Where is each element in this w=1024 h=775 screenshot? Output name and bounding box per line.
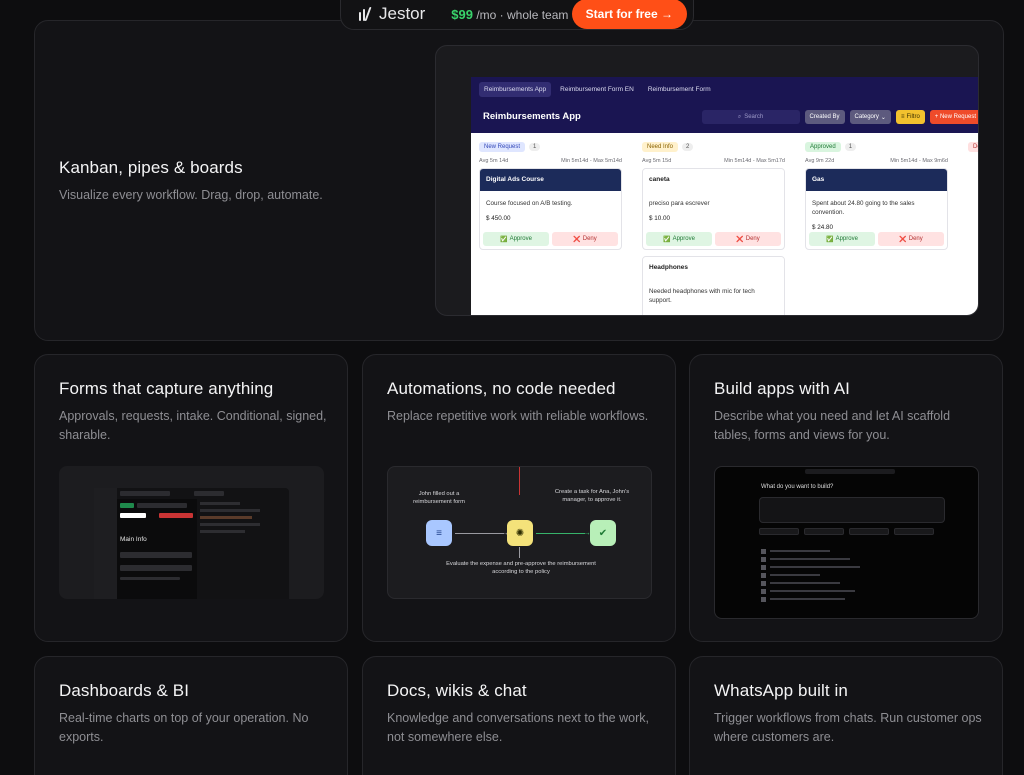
column-average: Avg 5m 15d: [642, 158, 672, 164]
feature-card-forms: Forms that capture anything Approvals, r…: [34, 354, 348, 642]
column-count: 2: [682, 143, 694, 151]
feature-description: Describe what you need and let AI scaffo…: [714, 409, 951, 442]
column-range: Min 5m14d - Max 5m14d: [561, 158, 622, 164]
feature-title: Forms that capture anything: [59, 379, 274, 398]
app-title: Reimbursements App: [483, 111, 581, 122]
kanban-screenshot: Reimbursements App Reimbursement Form EN…: [435, 45, 979, 316]
feature-description: Trigger workflows from chats. Run custom…: [714, 711, 982, 744]
kanban-column: Need Info 2 Avg 5m 15d Min 5m14d - Max 5m…: [642, 141, 785, 315]
form-section-title: Main Info: [120, 536, 147, 543]
x-icon: ❌: [899, 236, 907, 243]
price-suffix: /mo · whole team: [476, 7, 569, 22]
new-request-button[interactable]: + New Request: [929, 110, 978, 124]
filter-button[interactable]: ≡ Filtro: [895, 110, 925, 124]
card-body: preciso para escrever: [649, 200, 710, 207]
feature-description: Knowledge and conversations next to the …: [387, 711, 649, 744]
card-title: caneta: [643, 169, 784, 191]
flow-step-trigger: John filled out a reimbursement form: [413, 491, 465, 505]
feature-title: Dashboards & BI: [59, 681, 190, 700]
feature-description: Approvals, requests, intake. Conditional…: [59, 409, 327, 442]
column-label: Need Info: [642, 142, 679, 152]
deny-button[interactable]: ❌ Deny: [552, 232, 618, 246]
column-range: Min 5m14d - Max 9m6d: [890, 158, 948, 164]
column-range: Min 5m14d - Max 5m17d: [724, 158, 785, 164]
card-title: Gas: [806, 169, 947, 191]
column-count: 1: [529, 143, 541, 151]
approve-button[interactable]: ✅ Approve: [646, 232, 712, 246]
flow-step-action: Create a task for Ana, John's manager, t…: [554, 489, 630, 503]
check-icon: ✅: [663, 236, 671, 243]
card-body: Course focused on A/B testing.: [486, 200, 573, 207]
feature-title: Kanban, pipes & boards: [59, 158, 243, 177]
kanban-card[interactable]: Digital Ads Course Course focused on A/B…: [479, 168, 622, 250]
forms-screenshot: Main Info: [59, 466, 324, 599]
jestor-logo[interactable]: Jestor: [359, 4, 425, 24]
feature-description: Visualize every workflow. Drag, drop, au…: [59, 188, 323, 202]
logo-text: Jestor: [379, 4, 426, 23]
column-label: De: [968, 142, 978, 152]
ai-prompt-heading: What do you want to build?: [761, 484, 834, 490]
feature-description: Real-time charts on top of your operatio…: [59, 711, 309, 744]
card-value: $ 450.00: [486, 215, 511, 222]
kanban-card[interactable]: Headphones Needed headphones with mic fo…: [642, 256, 785, 315]
price-label: $99 /mo · whole team: [451, 7, 568, 22]
card-value: $ 24.80: [812, 224, 834, 231]
x-icon: ❌: [573, 236, 581, 243]
column-average: Avg 5m 14d: [479, 158, 509, 164]
ai-builder-screenshot: What do you want to build?: [714, 466, 979, 619]
approve-button[interactable]: ✅ Approve: [483, 232, 549, 246]
feature-card-docs: Docs, wikis & chat Knowledge and convers…: [362, 656, 676, 775]
card-value: $ 10.00: [649, 215, 671, 222]
price-amount: $99: [451, 6, 473, 22]
check-icon: ✅: [826, 236, 834, 243]
app-tab[interactable]: Reimbursement Form: [643, 82, 716, 97]
card-body: Spent about 24.80 going to the sales con…: [812, 200, 915, 216]
kanban-column: De: [968, 141, 978, 315]
deny-button[interactable]: ❌ Deny: [715, 232, 781, 246]
feature-card-whatsapp: WhatsApp built in Trigger workflows from…: [689, 656, 1003, 775]
chevron-down-icon: ⌄: [880, 114, 886, 121]
ai-prompt-input[interactable]: [759, 497, 945, 523]
ai-node-icon: ✺: [507, 520, 533, 546]
column-label: New Request: [479, 142, 526, 152]
card-title: Digital Ads Course: [480, 169, 621, 191]
approve-button[interactable]: ✅ Approve: [809, 232, 875, 246]
feature-card-automations: Automations, no code needed Replace repe…: [362, 354, 676, 642]
approve-node-icon: ✔: [590, 520, 616, 546]
check-icon: ✅: [500, 236, 508, 243]
feature-card-ai: Build apps with AI Describe what you nee…: [689, 354, 1003, 642]
feature-title: Automations, no code needed: [387, 379, 616, 398]
flow-step-evaluate: Evaluate the expense and pre-approve the…: [446, 561, 596, 575]
deny-button[interactable]: ❌ Deny: [878, 232, 944, 246]
form-node-icon: ≡: [426, 520, 452, 546]
card-body: Needed headphones with mic for tech supp…: [649, 288, 755, 304]
feature-title: Docs, wikis & chat: [387, 681, 527, 700]
feature-title: WhatsApp built in: [714, 681, 848, 700]
column-average: Avg 9m 22d: [805, 158, 835, 164]
filter-icon: ≡: [900, 114, 905, 120]
kanban-column: New Request 1 Avg 5m 14d Min 5m14d - Max …: [479, 141, 622, 315]
automation-flow-diagram: John filled out a reimbursement form Cre…: [387, 466, 652, 599]
filter-category[interactable]: Category ⌄: [849, 110, 891, 124]
kanban-card[interactable]: caneta preciso para escrever $ 10.00 ✅ Ap…: [642, 168, 785, 250]
column-count: 1: [844, 143, 857, 151]
reimbursements-app-preview: Reimbursements App Reimbursement Form EN…: [471, 77, 978, 315]
jestor-logo-icon: [359, 7, 373, 21]
kanban-column: Approved 1 Avg 9m 22d Min 5m14d - Max 9m6…: [805, 141, 948, 315]
filter-created-by[interactable]: Created By: [804, 110, 845, 124]
top-pricing-bar: Jestor $99 /mo · whole team Start for fr…: [340, 0, 694, 30]
feature-card-dashboards: Dashboards & BI Real-time charts on top …: [34, 656, 348, 775]
card-title: Headphones: [643, 257, 784, 279]
feature-card-kanban: Kanban, pipes & boards Visualize every w…: [34, 20, 1004, 341]
start-for-free-button[interactable]: Start for free →: [571, 0, 687, 29]
column-label: Approved: [805, 142, 841, 152]
kanban-card[interactable]: Gas Spent about 24.80 going to the sales…: [805, 168, 948, 250]
feature-title: Build apps with AI: [714, 379, 850, 398]
search-icon: ⌕: [737, 113, 742, 120]
app-tab[interactable]: Reimbursement Form EN: [555, 82, 639, 97]
app-tab[interactable]: Reimbursements App: [479, 82, 552, 97]
x-icon: ❌: [736, 236, 744, 243]
feature-description: Replace repetitive work with reliable wo…: [387, 409, 649, 423]
search-input[interactable]: ⌕ Search: [701, 110, 800, 124]
